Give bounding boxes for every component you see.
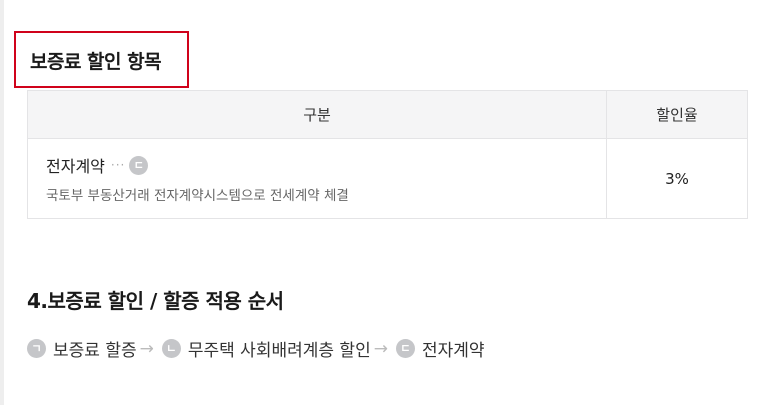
category-cell: 전자계약 ··· ㄷ 국토부 부동산거래 전자계약시스템으로 전세계약 체결: [27, 138, 607, 219]
step-label: 보증료 할증: [53, 341, 137, 361]
arrow-right-icon: →: [139, 338, 154, 359]
table-header-row: 구분 할인율: [27, 90, 748, 139]
left-border: [0, 0, 4, 405]
order-title: 4.보증료 할인 / 할증 적용 순서: [27, 289, 284, 313]
step-badge-icon: ㄷ: [129, 155, 149, 175]
discount-table: 구분 할인율 전자계약 ··· ㄷ 국토부 부동산거래 전자계약시스템으로 전세…: [27, 90, 748, 219]
step-badge-icon: ㄴ: [161, 339, 181, 358]
step-label: 전자계약: [421, 341, 485, 361]
step-badge-icon: ㄱ: [27, 339, 46, 358]
order-steps: ㄱ 보증료 할증 → ㄴ 무주택 사회배려계층 할인 → ㄷ 전자계약: [27, 336, 485, 361]
item-description: 국토부 부동산거래 전자계약시스템으로 전세계약 체결: [46, 188, 349, 204]
item-name: 전자계약: [46, 157, 105, 176]
table-row: 전자계약 ··· ㄷ 국토부 부동산거래 전자계약시스템으로 전세계약 체결 3…: [27, 138, 748, 219]
section-title-highlight: 보증료 할인 항목: [14, 31, 189, 88]
rate-cell: 3%: [606, 138, 748, 219]
arrow-right-icon: →: [373, 338, 388, 359]
step-label: 무주택 사회배려계층 할인: [187, 341, 371, 361]
section-title: 보증료 할인 항목: [30, 51, 162, 73]
item-name-line: 전자계약 ··· ㄷ: [46, 153, 606, 177]
column-header-rate: 할인율: [606, 90, 748, 139]
column-header-category: 구분: [27, 90, 607, 139]
step-badge-icon: ㄷ: [395, 339, 415, 358]
dots-icon: ···: [110, 158, 126, 172]
